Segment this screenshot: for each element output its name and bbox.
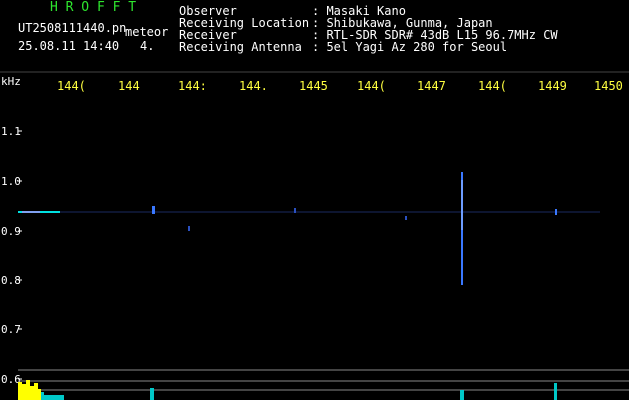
spectrogram-plot: [0, 71, 629, 400]
intensity-meter: [18, 380, 41, 400]
ping-4: [188, 226, 190, 231]
ping-1: [152, 206, 155, 214]
ping-2: [555, 209, 557, 215]
ping-3: [294, 208, 296, 213]
ping-5: [405, 216, 407, 220]
y-tick-marks: [18, 130, 22, 380]
intensity-meter-cyan: [41, 383, 557, 400]
